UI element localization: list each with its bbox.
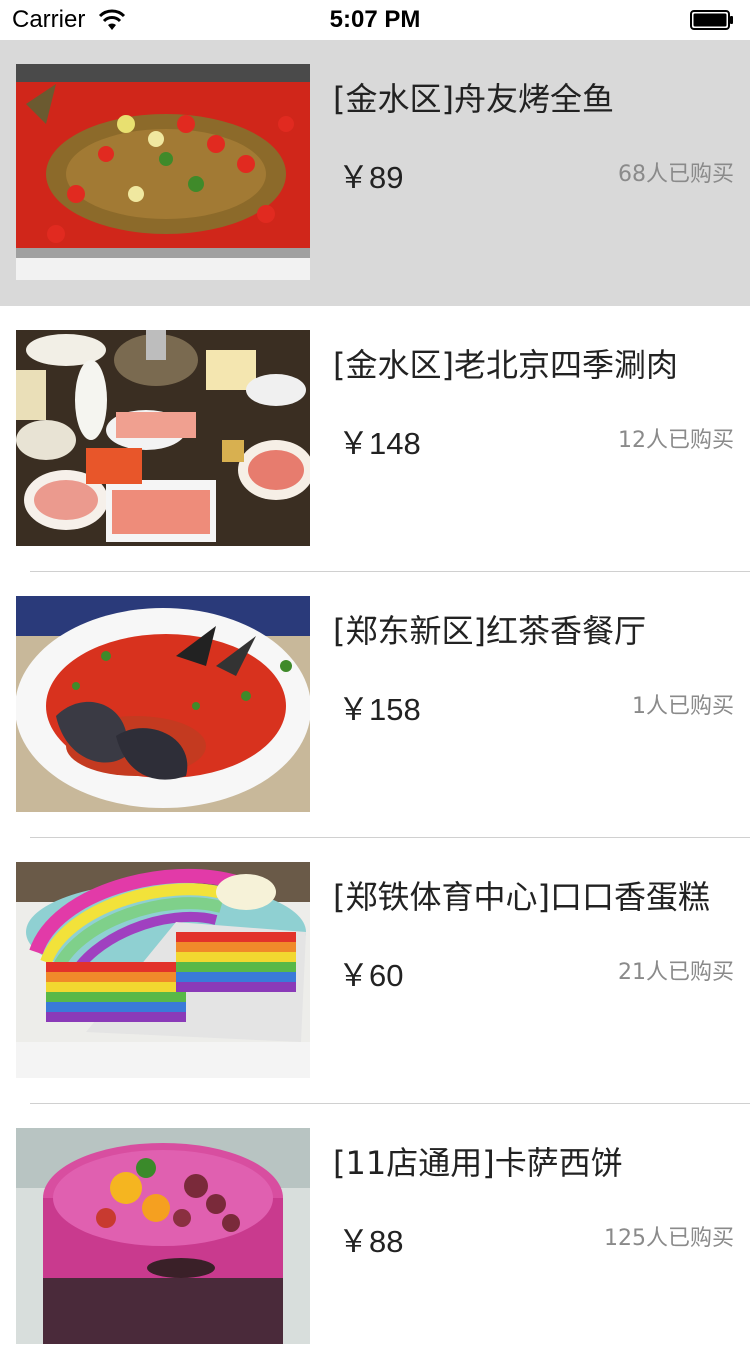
deal-title: [郑东新区]红茶香餐厅	[333, 612, 646, 650]
deal-title: [金水区]老北京四季涮肉	[333, 346, 678, 384]
deal-row[interactable]: [金水区]老北京四季涮肉 ￥148 12人已购买	[0, 306, 750, 572]
battery-icon	[690, 10, 734, 30]
fruit-birthday-cake-photo	[16, 1128, 310, 1344]
deal-sold-count: 125人已购买	[604, 1226, 734, 1251]
deal-row[interactable]: [郑铁体育中心]口口香蛋糕 ￥60 21人已购买	[0, 838, 750, 1104]
grilled-fish-photo	[16, 64, 310, 280]
deal-row[interactable]: [11店通用]卡萨西饼 ￥88 125人已购买	[0, 1104, 750, 1370]
deal-price: ￥88	[338, 1224, 404, 1259]
deal-sold-count: 12人已购买	[618, 428, 734, 453]
rainbow-cake-photo	[16, 862, 310, 1078]
deal-list: [金水区]舟友烤全鱼 ￥89 68人已购买 [金水区]老北京四季涮肉 ￥148 …	[0, 40, 750, 1370]
chili-fish-head-photo	[16, 596, 310, 812]
deal-price: ￥158	[338, 692, 421, 727]
deal-sold-count: 1人已购买	[632, 694, 734, 719]
status-time: 5:07 PM	[329, 6, 421, 33]
deal-title: [金水区]舟友烤全鱼	[333, 80, 614, 118]
deal-price: ￥148	[338, 426, 421, 461]
deal-title: [郑铁体育中心]口口香蛋糕	[333, 878, 710, 916]
deal-row[interactable]: [郑东新区]红茶香餐厅 ￥158 1人已购买	[0, 572, 750, 838]
hotpot-spread-photo	[16, 330, 310, 546]
status-bar: Carrier 5:07 PM	[0, 0, 750, 40]
deal-price: ￥89	[338, 160, 404, 195]
deal-sold-count: 21人已购买	[618, 960, 734, 985]
deal-row[interactable]: [金水区]舟友烤全鱼 ￥89 68人已购买	[0, 40, 750, 306]
deal-price: ￥60	[338, 958, 404, 993]
deal-title: [11店通用]卡萨西饼	[333, 1144, 623, 1182]
deal-sold-count: 68人已购买	[618, 162, 734, 187]
